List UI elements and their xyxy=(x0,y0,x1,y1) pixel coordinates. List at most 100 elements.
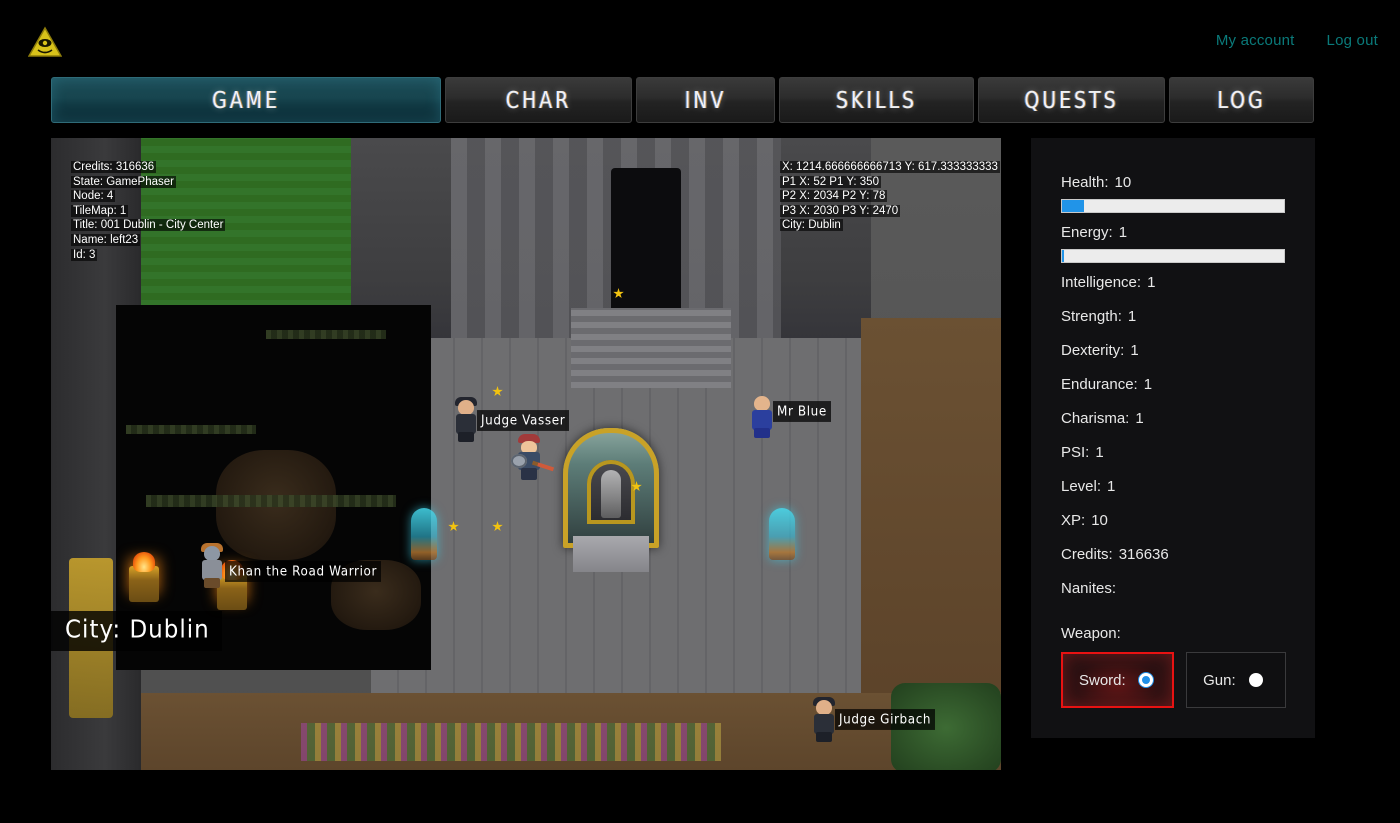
hologram-right[interactable] xyxy=(769,508,795,560)
top-bar: My account Log out xyxy=(0,0,1400,70)
weapon-option-gun[interactable]: Gun: xyxy=(1186,652,1286,708)
player-legs xyxy=(521,468,537,480)
debug-tilemap: TileMap: 1 xyxy=(71,204,129,217)
khan-head xyxy=(204,546,220,561)
girbach-torso xyxy=(814,714,834,734)
stat-level-label: Level: xyxy=(1061,478,1102,495)
tab-inv-label: INV xyxy=(684,86,727,114)
tab-skills-label: SKILLS xyxy=(836,86,917,114)
debug-state: State: GamePhaser xyxy=(71,175,176,188)
city-banner-label: City: Dublin xyxy=(65,615,210,645)
log-out-link[interactable]: Log out xyxy=(1327,32,1378,49)
top-nav-links: My account Log out xyxy=(1216,32,1378,49)
tab-inv[interactable]: INV xyxy=(636,77,775,123)
stat-endurance-label: Endurance: xyxy=(1061,376,1138,393)
debug-node: Node: 4 xyxy=(71,190,116,203)
stat-energy-value: 1 xyxy=(1118,224,1128,241)
stat-charisma-value: 1 xyxy=(1135,410,1144,427)
dirt-path-right xyxy=(861,318,1001,738)
fog-vines-3 xyxy=(266,330,386,339)
my-account-link[interactable]: My account xyxy=(1216,32,1295,49)
stat-nanites: Nanites: xyxy=(1061,580,1286,597)
stat-xp: XP: 10 xyxy=(1061,512,1286,529)
debug-overlay-right: X: 1214.666666666713 Y: 617.333333333 P1… xyxy=(780,160,1000,233)
energy-bar xyxy=(1061,249,1285,263)
player-character[interactable] xyxy=(511,434,555,480)
weapon-section-label: Weapon: xyxy=(1061,625,1121,642)
game-viewport[interactable]: Khan the Road Warrior Judge Vasser Mr Bl… xyxy=(51,138,1001,770)
stat-nanites-label: Nanites: xyxy=(1061,580,1117,597)
stat-endurance: Endurance: 1 xyxy=(1061,376,1286,393)
tab-quests-label: QUESTS xyxy=(1024,86,1119,114)
tab-char[interactable]: CHAR xyxy=(445,77,632,123)
npc-name-judge-vasser: Judge Vasser xyxy=(477,410,570,431)
stat-intelligence-label: Intelligence: xyxy=(1061,274,1142,291)
vasser-head xyxy=(458,400,474,415)
stat-credits-value: 316636 xyxy=(1118,546,1169,563)
stat-intelligence-value: 1 xyxy=(1147,274,1156,291)
fog-vines-1 xyxy=(146,495,396,507)
building-stairs xyxy=(571,308,731,388)
npc-judge-vasser-sprite[interactable] xyxy=(453,397,479,442)
debug-xy: X: 1214.666666666713 Y: 617.333333333 xyxy=(780,161,1000,173)
npc-judge-girbach-sprite[interactable] xyxy=(811,697,837,742)
weapon-option-sword[interactable]: Sword: xyxy=(1061,652,1175,708)
debug-p2: P2 X: 2034 P2 Y: 78 xyxy=(780,190,888,203)
npc-name-mr-blue: Mr Blue xyxy=(773,401,831,422)
stat-health-value: 10 xyxy=(1114,174,1132,191)
stat-energy: Energy: 1 xyxy=(1061,224,1286,241)
hologram-left[interactable] xyxy=(411,508,437,560)
flower-bed xyxy=(301,723,721,761)
tab-skills[interactable]: SKILLS xyxy=(779,77,974,123)
character-stats-panel: Health: 10 Energy: 1 Intelligence: 1 Streng… xyxy=(1031,138,1315,738)
debug-p1: P1 X: 52 P1 Y: 350 xyxy=(780,175,881,188)
fog-vines-2 xyxy=(126,425,256,434)
debug-id: Id: 3 xyxy=(71,248,98,261)
stat-dexterity-value: 1 xyxy=(1130,342,1139,359)
stat-intelligence: Intelligence: 1 xyxy=(1061,274,1286,291)
stat-strength-value: 1 xyxy=(1127,308,1137,325)
stat-credits-label: Credits: xyxy=(1061,546,1113,563)
stat-charisma-label: Charisma: xyxy=(1061,410,1130,427)
stat-psi: PSI: 1 xyxy=(1061,444,1286,461)
debug-overlay-left: Credits: 316636 State: GamePhaser Node: … xyxy=(71,160,226,262)
golden-shrine[interactable] xyxy=(563,428,659,572)
tab-log[interactable]: LOG xyxy=(1169,77,1314,123)
tab-log-label: LOG xyxy=(1217,86,1266,114)
vasser-legs xyxy=(458,432,474,442)
npc-name-judge-girbach: Judge Girbach xyxy=(835,709,936,730)
stat-energy-label: Energy: xyxy=(1061,224,1113,241)
stat-strength-label: Strength: xyxy=(1061,308,1122,325)
tab-quests[interactable]: QUESTS xyxy=(978,77,1165,123)
debug-title: Title: 001 Dublin - City Center xyxy=(71,219,226,232)
shrine-alcove xyxy=(587,460,635,524)
stat-health-label: Health: xyxy=(1061,174,1109,191)
tab-game[interactable]: GAME xyxy=(51,77,441,123)
health-bar xyxy=(1061,199,1285,213)
stat-psi-value: 1 xyxy=(1095,444,1104,461)
stat-xp-value: 10 xyxy=(1091,512,1108,529)
city-banner: City: Dublin xyxy=(51,611,222,651)
illuminati-eye-triangle-icon[interactable] xyxy=(27,26,63,58)
weapon-option-sword-label: Sword: xyxy=(1079,671,1126,689)
tab-game-label: GAME xyxy=(212,86,280,114)
debug-p3: P3 X: 2030 P3 Y: 2470 xyxy=(780,204,901,217)
shrine-statue xyxy=(601,470,621,518)
girbach-head xyxy=(816,700,832,715)
npc-mr-blue-sprite[interactable] xyxy=(749,396,775,438)
khan-torso xyxy=(202,560,222,580)
weapon-gun-radio-icon[interactable] xyxy=(1248,673,1263,687)
debug-name: Name: left23 xyxy=(71,233,141,246)
energy-bar-fill xyxy=(1062,250,1065,262)
stat-dexterity: Dexterity: 1 xyxy=(1061,342,1286,359)
vasser-torso xyxy=(456,414,476,434)
stat-xp-label: XP: xyxy=(1061,512,1086,529)
blue-legs xyxy=(754,428,770,438)
stat-level: Level: 1 xyxy=(1061,478,1286,495)
main-tab-bar: GAME CHAR INV SKILLS QUESTS LOG xyxy=(51,77,1366,123)
npc-khan-sprite[interactable] xyxy=(199,543,225,588)
blue-torso xyxy=(752,410,772,430)
blue-head xyxy=(754,396,770,411)
weapon-sword-radio-icon[interactable] xyxy=(1138,673,1153,687)
player-shield xyxy=(511,454,527,468)
